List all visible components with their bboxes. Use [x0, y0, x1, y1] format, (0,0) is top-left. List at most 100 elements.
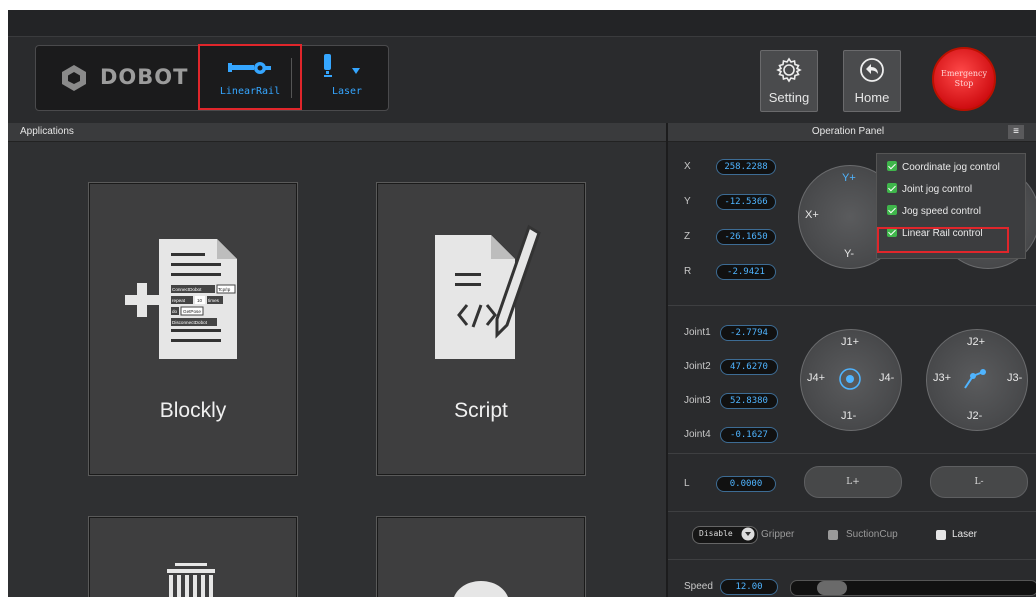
checkbox-checked-icon [887, 161, 897, 171]
device-selector: DOBOT LinearRail Laser [35, 44, 389, 111]
setting-button[interactable]: Setting [760, 50, 818, 112]
hamburger-icon[interactable]: ≡ [1008, 125, 1024, 139]
block-times-val: 10 [197, 298, 203, 303]
app-circle-icon [454, 581, 508, 597]
j3-minus-button[interactable]: J3- [1007, 372, 1022, 384]
speed-slider-handle[interactable] [817, 581, 847, 595]
blockly-label: Blockly [159, 399, 227, 422]
top-toolbar: DOBOT LinearRail Laser Setting Home Emer… [8, 37, 1036, 123]
coord-label-r: R [684, 266, 692, 277]
y-minus-button[interactable]: Y- [844, 248, 854, 260]
end-effector-select[interactable]: Disable [692, 526, 758, 544]
j2-plus-button[interactable]: J2+ [967, 336, 985, 348]
linearrail-label: LinearRail [219, 86, 281, 97]
joint3-value: 52.8380 [720, 393, 778, 409]
laser-icon [324, 54, 332, 77]
x-plus-button[interactable]: X+ [805, 209, 819, 221]
home-button[interactable]: Home [843, 50, 901, 112]
estop-line2: Stop [954, 79, 974, 88]
gripper-label: Gripper [761, 529, 795, 540]
section-separator [668, 305, 1036, 306]
applications-title: Applications [20, 126, 74, 137]
suctioncup-label: SuctionCup [846, 529, 898, 540]
block-tcp: Tcp/Ip [218, 287, 231, 292]
blockly-icon: ConnectDobot Tcp/Ip repeat 10 times do G… [125, 239, 237, 359]
menu-item-label: Coordinate jog control [902, 162, 1000, 173]
menu-item-jog-speed[interactable]: Jog speed control [887, 203, 981, 221]
block-do: do [172, 309, 178, 314]
j2-j3-jog-wheel[interactable]: J2+ J3+ J3- J2- [926, 329, 1028, 431]
logo-text: DOBOT [100, 65, 189, 89]
j4-plus-button[interactable]: J4+ [807, 372, 825, 384]
device-laser[interactable]: Laser [312, 46, 382, 110]
section-separator [668, 559, 1036, 560]
app-tile-3[interactable] [88, 516, 298, 597]
script-icon [435, 224, 541, 359]
checkbox-checked-icon [887, 183, 897, 193]
y-plus-button[interactable]: Y+ [842, 172, 856, 184]
menu-item-label: Jog speed control [902, 206, 981, 217]
operation-panel-header: Operation Panel ≡ [668, 123, 1036, 142]
j1-plus-button[interactable]: J1+ [841, 336, 859, 348]
linearrail-icon [228, 62, 271, 74]
blockly-tile[interactable]: ConnectDobot Tcp/Ip repeat 10 times do G… [88, 182, 298, 476]
dobot-studio-window: DOBOT LinearRail Laser Setting Home Emer… [8, 10, 1036, 597]
laser-checkbox[interactable] [936, 530, 946, 540]
estop-label: Emergency Stop [941, 69, 987, 89]
block-connect: ConnectDobot [172, 287, 202, 292]
j1-j4-jog-wheel[interactable]: J1+ J4+ J4- J1- [800, 329, 902, 431]
linear-label: L [684, 478, 690, 489]
coord-value-x: 258.2288 [716, 159, 776, 175]
chevron-down-icon [352, 68, 360, 74]
block-times: times [208, 298, 220, 303]
coord-label-y: Y [684, 196, 691, 207]
j4-minus-button[interactable]: J4- [879, 372, 894, 384]
laser-label: Laser [331, 86, 363, 97]
applications-header: Applications [8, 123, 666, 142]
joint4-value: -0.1627 [720, 427, 778, 443]
linear-plus-button[interactable]: L+ [804, 466, 902, 498]
coord-label-x: X [684, 161, 691, 172]
script-tile[interactable]: Script [376, 182, 586, 476]
menu-item-label: Joint jog control [902, 184, 973, 195]
building-icon [167, 563, 215, 597]
highlight-box [877, 227, 1009, 253]
speed-slider[interactable] [790, 580, 1036, 596]
checkbox-checked-icon [887, 205, 897, 215]
menu-item-coordinate-jog[interactable]: Coordinate jog control [887, 159, 1000, 177]
emergency-stop-button[interactable]: Emergency Stop [932, 47, 996, 111]
block-disconnect: DisconnectDobot [172, 320, 208, 325]
setting-label: Setting [768, 90, 810, 105]
block-repeat: repeat [172, 298, 186, 303]
laser-checkbox-label: Laser [952, 529, 978, 540]
menu-item-joint-jog[interactable]: Joint jog control [887, 181, 972, 199]
coord-value-z: -26.1650 [716, 229, 776, 245]
section-separator [668, 511, 1036, 512]
operation-panel-title: Operation Panel [811, 126, 885, 137]
rotation-icon [839, 368, 861, 390]
joint2-value: 47.6270 [720, 359, 778, 375]
j3-plus-button[interactable]: J3+ [933, 372, 951, 384]
coord-value-r: -2.9421 [716, 264, 776, 280]
applications-panel: Applications ConnectDobot Tcp/Ip repeat … [8, 123, 666, 597]
speed-value: 12.00 [720, 579, 778, 595]
block-getpose: GetPose [183, 309, 201, 314]
joint2-label: Joint2 [684, 361, 711, 372]
linear-minus-button[interactable]: L- [930, 466, 1028, 498]
joint1-label: Joint1 [684, 327, 711, 338]
j1-minus-button[interactable]: J1- [841, 410, 856, 422]
dobot-logo-icon [62, 65, 86, 91]
end-effector-select-value: Disable [699, 529, 733, 538]
joint3-label: Joint3 [684, 395, 711, 406]
script-label: Script [454, 399, 508, 422]
chevron-down-icon [741, 527, 755, 541]
app-tile-4[interactable] [376, 516, 586, 597]
suctioncup-checkbox[interactable] [828, 530, 838, 540]
device-linearrail[interactable]: LinearRail [198, 44, 302, 110]
home-back-icon [860, 58, 884, 82]
title-bar [8, 10, 1036, 37]
gear-icon [776, 57, 802, 83]
j2-minus-button[interactable]: J2- [967, 410, 982, 422]
speed-label: Speed [684, 581, 713, 592]
coord-label-z: Z [684, 231, 691, 242]
